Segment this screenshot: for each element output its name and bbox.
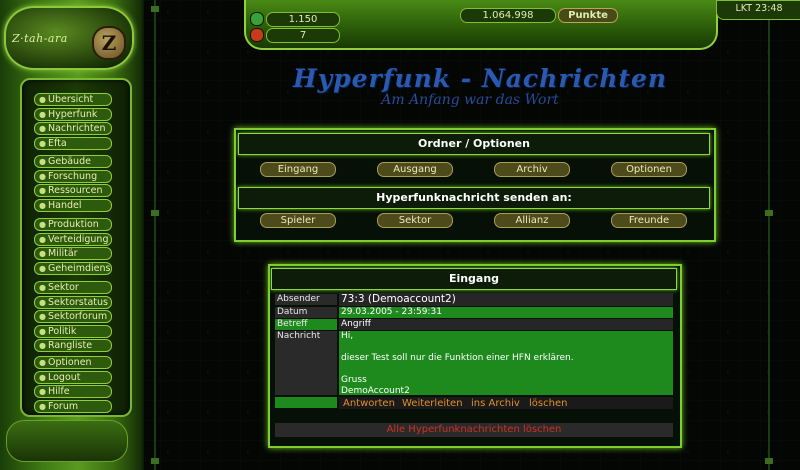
resource-value-1: 1.150 (266, 12, 340, 27)
page-subtitle: Am Anfang war das Wort (381, 92, 559, 108)
actions-spacer (275, 397, 337, 408)
menu-group-economy: ● Gebäude ● Forschung ● Ressourcen ● Handel (34, 155, 112, 213)
logo[interactable]: Z·tah-ara Z (4, 6, 134, 70)
menu-group-sector: ● Sektor ● Sektorstatus ● Sektorforum ● Poli… (34, 281, 112, 354)
menu-group-overview: ● Übersicht ● Hyperfunk ● Nachrichten ● Efta (34, 93, 112, 151)
menu-item-sektorforum[interactable]: ● Sektorforum (34, 310, 112, 323)
guide-line-right (765, 0, 773, 470)
points-value: 1.064.998 (460, 8, 556, 23)
page-title: Hyperfunk - Nachrichten (292, 64, 668, 93)
message-body: Hi, dieser Test soll nur die Funktion ei… (339, 331, 673, 396)
send-spieler-button[interactable]: Spieler (260, 213, 336, 228)
menu-item-hilfe[interactable]: ● Hilfe (34, 385, 112, 398)
forward-link[interactable]: Weiterleiten (402, 398, 463, 409)
menu-item-logout[interactable]: ● Logout (34, 370, 112, 384)
menu-item-produktion[interactable]: ● Produktion (34, 218, 112, 231)
folder-archiv-button[interactable]: Archiv (494, 162, 570, 177)
menu-item-gebaeude[interactable]: ● Gebäude (34, 155, 112, 168)
resource-icon-red (250, 28, 264, 42)
menu-item-nachrichten[interactable]: ● Nachrichten (34, 122, 112, 135)
resource-value-2: 7 (266, 28, 340, 43)
send-to-header: Hyperfunknachricht senden an: (238, 187, 710, 209)
menu-item-politik[interactable]: ● Politik (34, 324, 112, 338)
guide-line-left (151, 0, 159, 470)
menu-item-optionen[interactable]: ● Optionen (34, 356, 112, 369)
sidebar-decoration (6, 420, 128, 462)
inbox-header: Eingang (271, 268, 677, 290)
menu-item-ressourcen[interactable]: ● Ressourcen (34, 184, 112, 197)
menu-item-verteidigung[interactable]: ● Verteidigung (34, 232, 112, 246)
message-line: dieser Test soll nur die Funktion einer … (341, 353, 574, 363)
reply-link[interactable]: Antworten (343, 398, 395, 409)
date-label: Datum (275, 307, 337, 318)
menu-item-sektorstatus[interactable]: ● Sektorstatus (34, 295, 112, 309)
logo-badge: Z (92, 26, 126, 60)
message-line: DemoAccount2 (341, 386, 410, 396)
send-freunde-button[interactable]: Freunde (611, 213, 687, 228)
points-label: Punkte (558, 8, 618, 23)
menu-item-efta[interactable]: ● Efta (34, 136, 112, 150)
folder-optionen-button[interactable]: Optionen (611, 162, 687, 177)
folder-eingang-button[interactable]: Eingang (260, 162, 336, 177)
resource-icon-green (250, 12, 264, 26)
menu-item-forum[interactable]: ● Forum (34, 399, 112, 413)
archive-link[interactable]: ins Archiv (471, 398, 520, 409)
delete-all-button[interactable]: Alle Hyperfunknachrichten löschen (275, 423, 673, 437)
folder-ausgang-button[interactable]: Ausgang (377, 162, 453, 177)
sender-value[interactable]: 73:3 (Demoaccount2) (339, 293, 673, 306)
subject-label: Betreff (275, 319, 337, 330)
sender-label: Absender (275, 294, 337, 305)
message-label: Nachricht (275, 331, 337, 395)
menu-item-uebersicht[interactable]: ● Übersicht (34, 93, 112, 106)
clock-panel: LKT 23:48 (716, 0, 800, 20)
menu-item-sektor[interactable]: ● Sektor (34, 281, 112, 294)
folders-header: Ordner / Optionen (238, 133, 710, 155)
menu-item-forschung[interactable]: ● Forschung (34, 169, 112, 183)
menu-item-rangliste[interactable]: ● Rangliste (34, 339, 112, 352)
menu-item-geheimdienst[interactable]: ● Geheimdienst (34, 261, 112, 275)
logo-text: Z·tah-ara (12, 32, 68, 45)
message-line-empty (341, 364, 673, 375)
date-value: 29.03.2005 - 23:59:31 (339, 307, 673, 318)
delete-link[interactable]: löschen (529, 398, 567, 409)
message-line-empty (341, 342, 673, 353)
menu-item-militaer[interactable]: ● Militär (34, 247, 112, 260)
send-allianz-button[interactable]: Allianz (494, 213, 570, 228)
message-line: Hi, (341, 331, 354, 341)
send-sektor-button[interactable]: Sektor (377, 213, 453, 228)
menu-group-military: ● Produktion ● Verteidigung ● Militär ● Gehe… (34, 218, 112, 276)
sidebar: Z·tah-ara Z ● Übersicht ● Hyperfunk ● Nachr… (0, 0, 144, 470)
menu-group-system: ● Optionen ● Logout ● Hilfe ● Forum (34, 356, 112, 414)
subject-value: Angriff (339, 319, 673, 330)
clock-text: LKT 23:48 (735, 3, 783, 14)
message-line: Gruss (341, 375, 367, 385)
menu-item-hyperfunk[interactable]: ● Hyperfunk (34, 107, 112, 121)
menu-item-handel[interactable]: ● Handel (34, 198, 112, 212)
